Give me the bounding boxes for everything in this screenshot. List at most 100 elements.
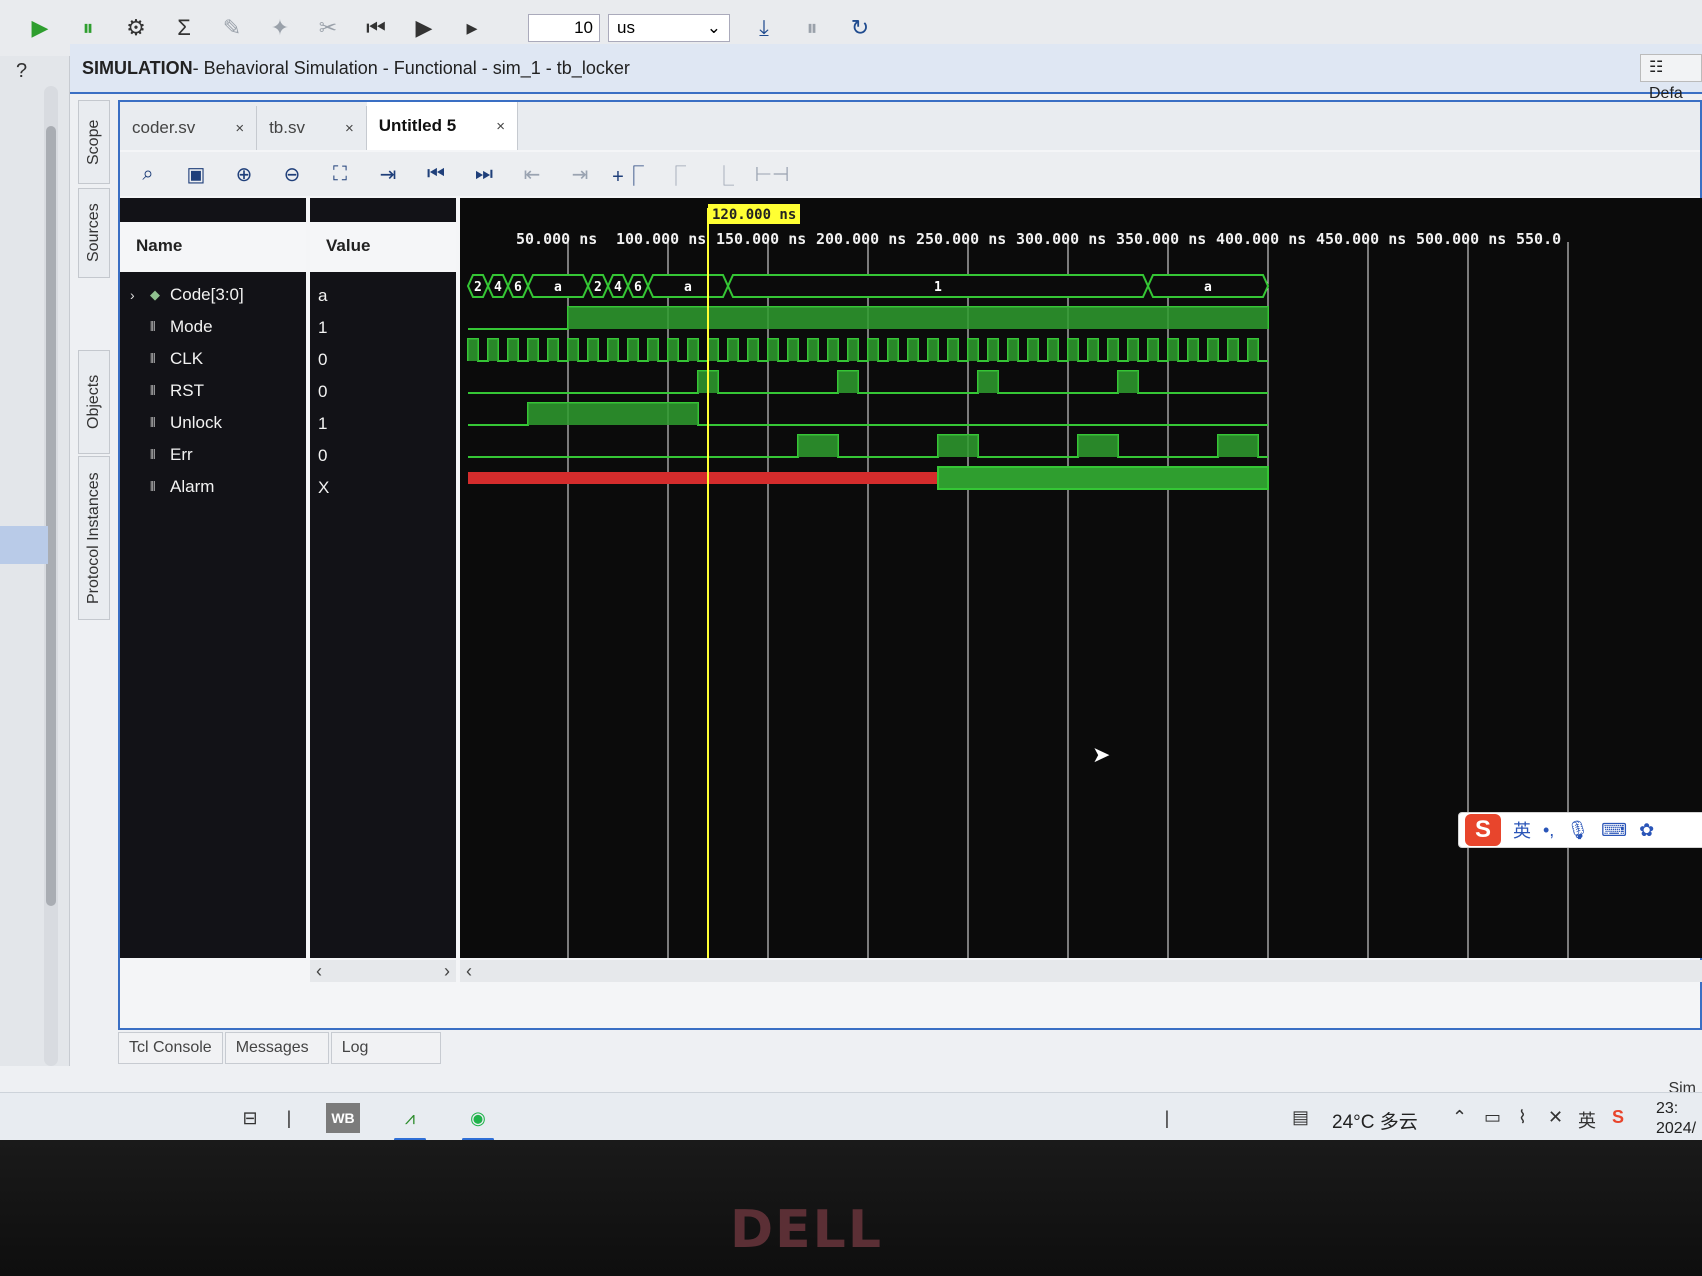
wave-high-fill-clk — [1228, 339, 1238, 361]
sogou-logo-icon: S — [1465, 814, 1501, 846]
previous-transition-icon[interactable]: ⇤ — [510, 156, 554, 192]
wave-high-fill-clk — [748, 339, 758, 361]
wave-high-fill-clk — [928, 339, 938, 361]
selected-row[interactable] — [0, 526, 48, 564]
save-icon[interactable]: ▣ — [174, 156, 218, 192]
step-icon[interactable]: ▸ — [450, 8, 494, 48]
clock[interactable]: 23: 2024/ — [1656, 1099, 1696, 1139]
volume-muted-icon[interactable]: ✕ — [1548, 1107, 1563, 1128]
signal-row-rst[interactable]: ⫴ RST — [120, 374, 306, 408]
wave-scrollbar[interactable]: ‹ — [460, 960, 1702, 982]
go-to-time-zero-icon[interactable]: ⏮ — [414, 156, 458, 192]
value-column-header[interactable]: Value — [310, 222, 456, 272]
tab-messages[interactable]: Messages — [224, 1032, 329, 1064]
microphone-icon[interactable]: 🎙 — [1566, 820, 1589, 841]
swap-cursors-icon[interactable]: ⊢⊣ — [750, 156, 794, 192]
tab-coder-sv[interactable]: coder.sv × — [120, 106, 258, 150]
skin-icon[interactable]: ✿ — [1639, 820, 1654, 841]
scroll-thumb[interactable] — [46, 126, 56, 906]
vivado-app-icon[interactable]: ⩘ — [388, 1099, 432, 1140]
weather-text[interactable]: 24°C 多云 — [1332, 1107, 1418, 1134]
battery-icon[interactable]: ▭ — [1484, 1107, 1501, 1128]
punctuation-icon[interactable]: •, — [1543, 820, 1554, 841]
close-icon[interactable]: × — [496, 118, 505, 135]
tab-protocol-instances[interactable]: Protocol Instances — [78, 456, 110, 620]
signal-row-code[interactable]: › ◆ Code[3:0] — [120, 278, 306, 312]
mouse-pointer-icon: ➤ — [1092, 742, 1111, 767]
chevron-right-icon[interactable]: › — [130, 287, 135, 303]
chevron-up-icon[interactable]: ⌃ — [1452, 1107, 1467, 1128]
tab-sources[interactable]: Sources — [78, 188, 110, 278]
signal-value: a — [318, 286, 328, 305]
whiteboard-app-icon[interactable]: WB — [326, 1103, 360, 1133]
keyboard-icon[interactable]: ⌨ — [1601, 820, 1627, 841]
tab-untitled-5[interactable]: Untitled 5 × — [366, 102, 518, 150]
relaunch-icon[interactable]: ↻ — [838, 8, 882, 48]
bus-value-label: a — [1204, 280, 1212, 295]
wave-high-fill-clk — [1048, 339, 1058, 361]
run-for-icon[interactable]: ▶ — [402, 8, 446, 48]
chevron-right-icon[interactable]: › — [444, 960, 450, 982]
tab-tb-sv[interactable]: tb.sv × — [257, 106, 367, 150]
signal-name: Unlock — [170, 413, 222, 432]
zoom-fit-icon[interactable]: ⛶ — [318, 156, 362, 192]
help-icon[interactable]: ? — [16, 60, 27, 83]
signal-row-err[interactable]: ⫴ Err — [120, 438, 306, 472]
close-icon[interactable]: × — [345, 120, 354, 137]
weather-icon[interactable]: ▤ — [1292, 1107, 1309, 1128]
settings-icon[interactable]: ⚙ — [114, 8, 158, 48]
bus-value-label: 2 — [474, 280, 482, 295]
signal-row-unlock[interactable]: ⫴ Unlock — [120, 406, 306, 440]
time-input[interactable] — [528, 14, 600, 42]
tab-scope[interactable]: Scope — [78, 100, 110, 184]
wave-high-fill-clk — [608, 339, 618, 361]
signal-value: 0 — [318, 350, 328, 369]
tick-label: 150.000 ns — [716, 230, 806, 248]
run-step-icon[interactable]: ⏸ — [66, 8, 110, 48]
close-icon[interactable]: × — [235, 120, 244, 137]
next-marker-icon[interactable]: ⎿ — [702, 156, 746, 192]
run-all-icon[interactable]: ▶ — [18, 8, 62, 48]
pause-icon: ⏸ — [806, 15, 818, 40]
wave-high-fill-clk — [688, 339, 698, 361]
signal-row-clk[interactable]: ⫴ CLK — [120, 342, 306, 376]
wire-icon: ⫴ — [150, 351, 156, 366]
chevron-left-icon[interactable]: ‹ — [316, 961, 322, 981]
signal-value: 1 — [318, 318, 328, 337]
search-icon[interactable]: ⌕ — [126, 156, 170, 192]
side-tabs: Scope Sources Objects Protocol Instances — [78, 100, 112, 620]
ime-language[interactable]: 英 — [1513, 817, 1531, 843]
name-column-header[interactable]: Name — [120, 222, 306, 272]
go-to-cursor-icon[interactable]: ⇥ — [366, 156, 410, 192]
add-marker-icon[interactable]: +⎾ — [606, 156, 650, 192]
tab-log[interactable]: Log — [330, 1032, 441, 1064]
zoom-out-icon[interactable]: ⊖ — [270, 156, 314, 192]
tab-objects[interactable]: Objects — [78, 350, 110, 454]
wechat-app-icon[interactable]: ◉ — [456, 1099, 500, 1140]
layout-button[interactable]: ☷ Defa — [1640, 54, 1702, 102]
previous-marker-icon[interactable]: ⎾ — [654, 156, 698, 192]
sogou-tray-icon[interactable]: S — [1612, 1107, 1624, 1128]
wave-high-fill-unlock — [528, 403, 698, 425]
next-transition-icon[interactable]: ⇥ — [558, 156, 602, 192]
sum-icon[interactable]: Σ — [162, 8, 206, 48]
restart-icon[interactable]: ⏮ — [354, 8, 398, 48]
input-method-icon[interactable]: 英 — [1578, 1107, 1596, 1133]
value-scrollbar[interactable]: ‹ › — [310, 960, 456, 982]
ime-toolbar[interactable]: S 英 •, 🎙 ⌨ ✿ — [1458, 812, 1702, 848]
task-view-icon[interactable]: ⊟ — [232, 1099, 268, 1137]
tab-tcl-console[interactable]: Tcl Console — [118, 1032, 223, 1064]
left-scrollbar[interactable] — [44, 86, 58, 1066]
wifi-icon[interactable]: ⌇ — [1518, 1107, 1527, 1128]
go-to-last-time-icon[interactable]: ⏭ — [462, 156, 506, 192]
signal-row-mode[interactable]: ⫴ Mode — [120, 310, 306, 344]
wave-high-fill-clk — [768, 339, 778, 361]
chevron-left-icon[interactable]: ‹ — [466, 961, 472, 981]
wave-high-fill-err — [1078, 435, 1118, 457]
signal-row-alarm[interactable]: ⫴ Alarm — [120, 470, 306, 504]
time-unit-select[interactable]: us ⌄ — [608, 14, 730, 42]
zoom-in-icon[interactable]: ⊕ — [222, 156, 266, 192]
break-icon[interactable]: ⤓ — [742, 8, 786, 48]
wave-high-fill-clk — [1108, 339, 1118, 361]
wave-x-state-alarm — [468, 472, 938, 484]
